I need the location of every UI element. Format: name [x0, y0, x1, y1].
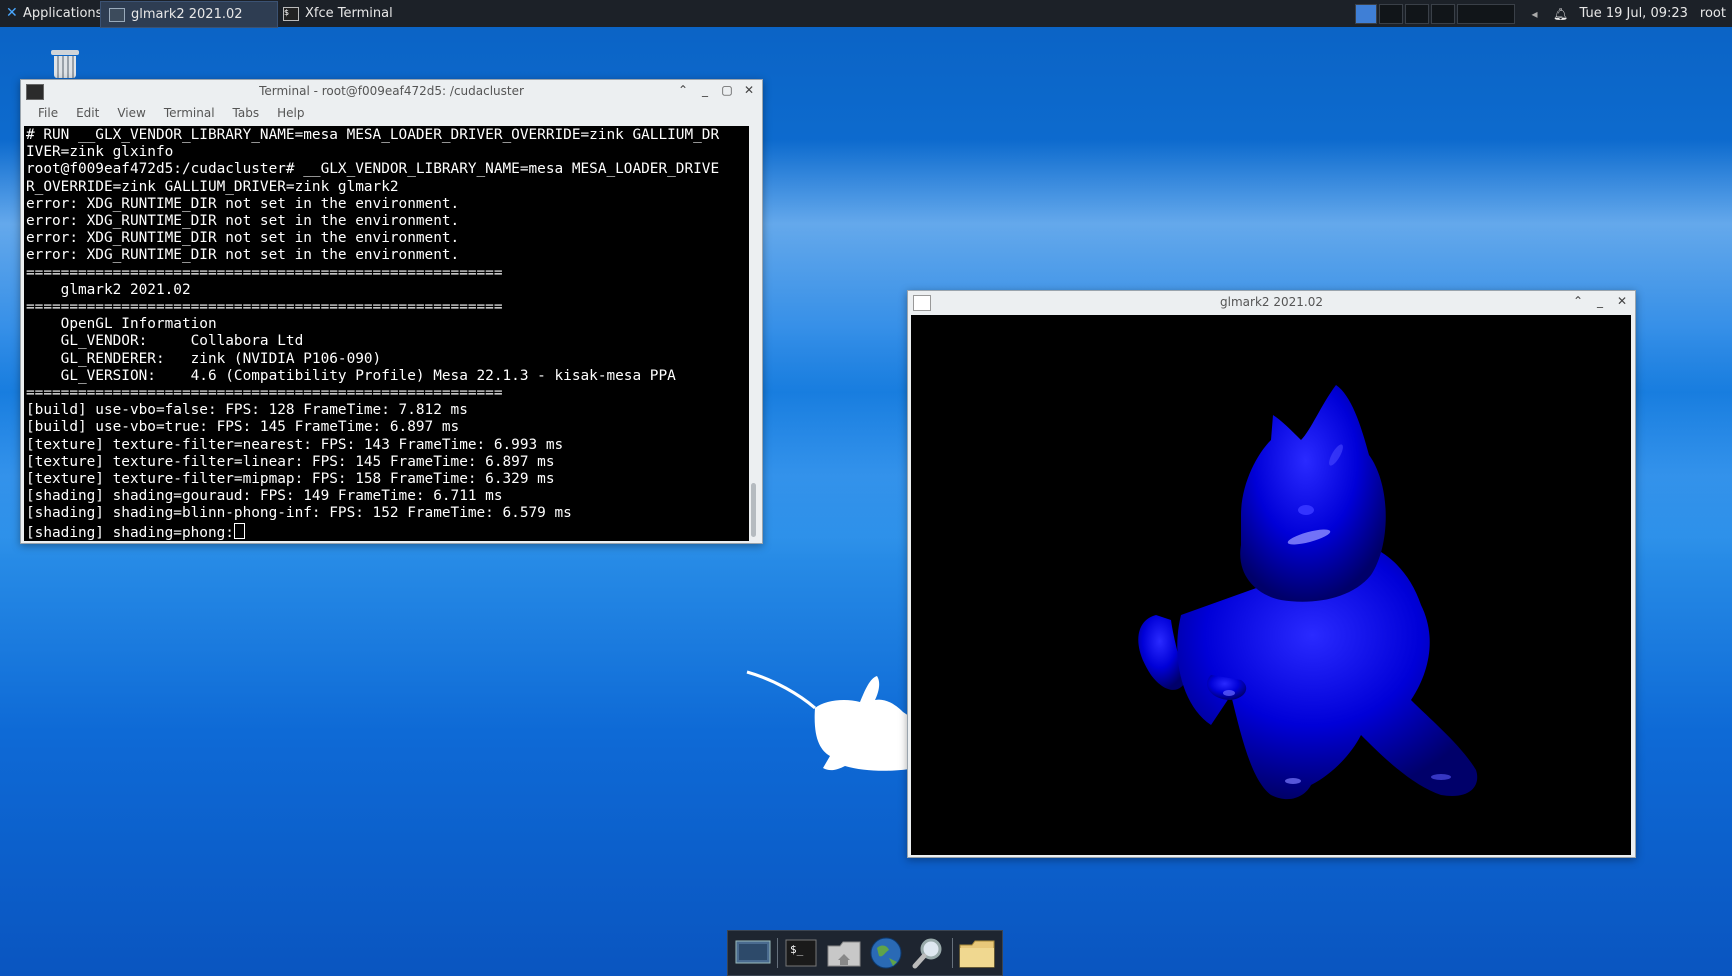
xfce-mouse-logo — [746, 670, 915, 771]
terminal-output[interactable]: # RUN __GLX_VENDOR_LIBRARY_NAME=mesa MES… — [24, 126, 749, 541]
terminal-icon[interactable]: $_ — [782, 935, 820, 971]
terminal-line: ========================================… — [26, 299, 503, 316]
files-folder-icon[interactable] — [958, 935, 996, 971]
terminal-cursor — [233, 522, 245, 539]
bottom-dock: $_ — [727, 930, 1003, 976]
workspace-3[interactable] — [1405, 3, 1430, 24]
close-button[interactable]: ✕ — [742, 83, 756, 97]
terminal-line: IVER=zink glxinfo — [26, 144, 174, 161]
glmark2-window: glmark2 2021.02 ⌃ _ ✕ — [907, 290, 1636, 858]
minimize-button[interactable]: _ — [1593, 294, 1607, 308]
workspace-2[interactable] — [1379, 3, 1404, 24]
scrollbar-thumb[interactable] — [751, 483, 756, 537]
xfce-logo-icon: ✕ — [6, 5, 18, 21]
terminal-icon: $ — [283, 6, 299, 21]
shade-button[interactable]: ⌃ — [1571, 294, 1585, 308]
home-folder-icon[interactable] — [825, 935, 863, 971]
taskbar-item-label: glmark2 2021.02 — [131, 7, 243, 22]
terminal-line: OpenGL Information — [26, 316, 217, 333]
close-button[interactable]: ✕ — [1615, 294, 1629, 308]
terminal-line: error: XDG_RUNTIME_DIR not set in the en… — [26, 195, 460, 212]
terminal-line: [texture] texture-filter=mipmap: FPS: 15… — [26, 471, 555, 488]
terminal-line: GL_VERSION: 4.6 (Compatibility Profile) … — [26, 367, 676, 384]
trash-icon[interactable] — [50, 50, 80, 78]
menu-file[interactable]: File — [29, 106, 67, 120]
terminal-scrollbar[interactable] — [749, 126, 759, 541]
minimize-button[interactable]: _ — [698, 83, 712, 97]
shade-button[interactable]: ⌃ — [676, 83, 690, 97]
window-title: Terminal - root@f009eaf472d5: /cudaclust… — [259, 84, 524, 98]
taskbar-item-glmark2[interactable]: glmark2 2021.02 — [100, 1, 278, 28]
terminal-menubar: File Edit View Terminal Tabs Help — [21, 102, 762, 124]
terminal-line: error: XDG_RUNTIME_DIR not set in the en… — [26, 230, 460, 247]
terminal-line: [texture] texture-filter=nearest: FPS: 1… — [26, 436, 564, 453]
taskbar-item-terminal[interactable]: $ Xfce Terminal — [275, 1, 456, 26]
rendered-cat-model — [1138, 385, 1478, 800]
maximize-button[interactable]: ▢ — [720, 83, 734, 97]
terminal-line: R_OVERRIDE=zink GALLIUM_DRIVER=zink glma… — [26, 178, 399, 195]
menu-view[interactable]: View — [108, 106, 154, 120]
web-browser-icon[interactable] — [867, 935, 905, 971]
terminal-window: Terminal - root@f009eaf472d5: /cudaclust… — [20, 79, 763, 544]
taskbar-item-label: Xfce Terminal — [305, 6, 393, 21]
terminal-line: root@f009eaf472d5:/cudacluster# __GLX_VE… — [26, 161, 720, 178]
workspace-switcher[interactable] — [1355, 3, 1516, 24]
terminal-line: # RUN __GLX_VENDOR_LIBRARY_NAME=mesa MES… — [26, 127, 720, 143]
terminal-window-icon[interactable] — [26, 84, 44, 100]
notification-bell-icon[interactable]: 🔔︎ — [1553, 7, 1568, 21]
terminal-line: [shading] shading=blinn-phong-inf: FPS: … — [26, 505, 572, 522]
show-desktop-icon[interactable] — [734, 935, 772, 971]
window-icon — [109, 7, 125, 22]
terminal-line: glmark2 2021.02 — [26, 281, 191, 298]
terminal-line: [shading] shading=gouraud: FPS: 149 Fram… — [26, 488, 503, 505]
window-title: glmark2 2021.02 — [1220, 295, 1323, 309]
user-menu[interactable]: root — [1700, 6, 1726, 21]
top-panel: ✕ Applications ⋮ glmark2 2021.02 $ Xfce … — [0, 0, 1732, 28]
terminal-line: GL_VENDOR: Collabora Ltd — [26, 333, 304, 350]
svg-text:$_: $_ — [790, 943, 804, 956]
dock-separator — [952, 938, 954, 968]
panel-tray: ◂ 🔔︎ Tue 19 Jul, 09:23 root — [1355, 0, 1732, 27]
glmark2-titlebar[interactable]: glmark2 2021.02 ⌃ _ ✕ — [908, 291, 1635, 313]
terminal-line: [build] use-vbo=true: FPS: 145 FrameTime… — [26, 419, 460, 436]
terminal-line: [build] use-vbo=false: FPS: 128 FrameTim… — [26, 402, 468, 419]
terminal-line: ========================================… — [26, 385, 503, 402]
terminal-text: # RUN __GLX_VENDOR_LIBRARY_NAME=mesa MES… — [24, 126, 749, 541]
menu-help[interactable]: Help — [268, 106, 313, 120]
workspace-1[interactable] — [1355, 3, 1378, 24]
terminal-line: [texture] texture-filter=linear: FPS: 14… — [26, 453, 555, 470]
dock-separator — [776, 938, 778, 968]
menu-tabs[interactable]: Tabs — [224, 106, 269, 120]
glmark2-window-icon[interactable] — [913, 295, 931, 311]
clock[interactable]: Tue 19 Jul, 09:23 — [1579, 6, 1687, 21]
terminal-line: error: XDG_RUNTIME_DIR not set in the en… — [26, 213, 460, 230]
terminal-line: error: XDG_RUNTIME_DIR not set in the en… — [26, 247, 460, 264]
workspace-5[interactable] — [1457, 3, 1516, 24]
menu-terminal[interactable]: Terminal — [155, 106, 224, 120]
terminal-titlebar[interactable]: Terminal - root@f009eaf472d5: /cudaclust… — [21, 80, 762, 102]
glmark2-render-area[interactable] — [911, 315, 1631, 855]
search-icon[interactable] — [910, 935, 948, 971]
menu-edit[interactable]: Edit — [67, 106, 108, 120]
applications-label: Applications — [23, 6, 103, 21]
terminal-line: GL_RENDERER: zink (NVIDIA P106-090) — [26, 350, 382, 367]
workspace-4[interactable] — [1431, 3, 1456, 24]
terminal-line: ========================================… — [26, 264, 503, 281]
terminal-prompt-line: [shading] shading=phong: — [26, 524, 234, 541]
speaker-icon[interactable]: ◂ — [1527, 7, 1541, 21]
